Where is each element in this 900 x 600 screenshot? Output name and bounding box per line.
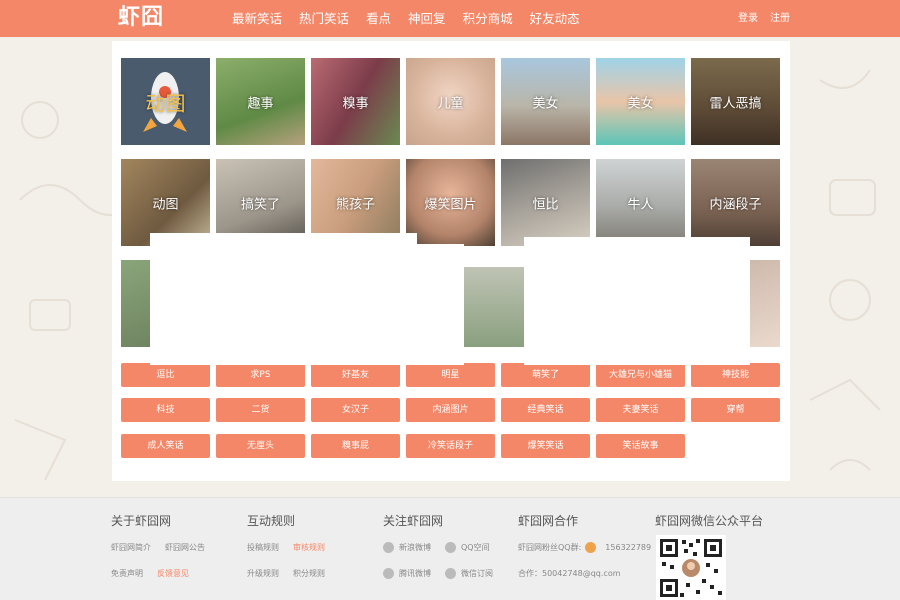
wechat-icon <box>445 568 456 579</box>
tile-label: 趣事 <box>247 96 274 111</box>
disclaimer-link[interactable]: 免责声明 <box>111 568 143 579</box>
footer-cooperate-title: 虾囧网合作 <box>518 514 579 528</box>
tag-button[interactable]: 神技能 <box>691 363 780 387</box>
weibo-icon <box>383 542 394 553</box>
main-nav: 最新笑话 热门笑话 看点 神回复 积分商城 好友动态 <box>232 0 597 37</box>
category-tile[interactable]: 雷人恶搞 <box>691 58 780 145</box>
tag-button[interactable]: 明星 <box>406 363 495 387</box>
tag-button[interactable]: 逗比 <box>121 363 210 387</box>
footer-cooperate: 虾囧网合作 虾囧网粉丝QQ群: 156322789 合作：50042748@qq… <box>518 512 651 594</box>
wechat-label: 微信订阅 <box>461 569 493 578</box>
tile-label: 恒比 <box>532 197 559 212</box>
tag-button[interactable]: 好基友 <box>311 363 400 387</box>
tag-button[interactable]: 冷笑话段子 <box>406 434 495 458</box>
tencent-weibo-icon <box>383 568 394 579</box>
tile-label: 内涵段子 <box>709 197 762 212</box>
tile-label: 儿童 <box>437 96 464 111</box>
about-intro-link[interactable]: 虾囧网简介 <box>111 542 151 553</box>
level-rules-link[interactable]: 升级规则 <box>247 568 279 579</box>
wechat-link[interactable]: 微信订阅 <box>445 568 493 579</box>
register-link[interactable]: 注册 <box>770 0 790 37</box>
category-tile[interactable]: 糗事 <box>311 58 400 145</box>
weibo-link[interactable]: 新浪微博 <box>383 542 431 553</box>
feedback-link[interactable]: 反馈意见 <box>157 568 189 579</box>
category-tile[interactable]: 爆笑图片 <box>406 159 495 246</box>
tag-button[interactable]: 求PS <box>216 363 305 387</box>
tile-label: 动图 <box>145 91 186 115</box>
nav-funny-replies[interactable]: 神回复 <box>408 0 446 37</box>
qzone-label: QQ空间 <box>461 543 490 552</box>
site-logo[interactable]: 虾囧 <box>118 3 164 33</box>
qq-group-number[interactable]: 156322789 <box>605 543 651 552</box>
qq-group-label: 虾囧网粉丝QQ群: <box>518 543 582 552</box>
category-tile[interactable]: 内涵段子 <box>691 159 780 246</box>
star-icon <box>445 542 456 553</box>
tile-label: 熊孩子 <box>335 197 375 212</box>
tag-button[interactable]: 萌笑了 <box>501 363 590 387</box>
tencent-weibo-link[interactable]: 腾讯微博 <box>383 568 431 579</box>
nav-hot-jokes[interactable]: 热门笑话 <box>299 0 349 37</box>
footer-about-title: 关于虾囧网 <box>111 514 172 528</box>
tag-button[interactable]: 女汉子 <box>311 398 400 422</box>
tile-label: 搞笑了 <box>240 197 280 212</box>
qzone-link[interactable]: QQ空间 <box>445 542 490 553</box>
category-tile[interactable]: 牛人 <box>596 159 685 246</box>
footer-about: 关于虾囧网 虾囧网简介 虾囧网公告 免责声明 反馈意见 <box>111 512 205 594</box>
about-notice-link[interactable]: 虾囧网公告 <box>165 542 205 553</box>
tile-label: 美女 <box>627 96 654 111</box>
tile-image <box>464 267 524 347</box>
tag-button[interactable]: 二货 <box>216 398 305 422</box>
login-link[interactable]: 登录 <box>738 0 758 37</box>
category-tile[interactable]: 动图 <box>121 58 210 145</box>
tile-label: 雷人恶搞 <box>709 96 762 111</box>
qq-penguin-icon <box>585 542 597 553</box>
tag-button[interactable]: 爆笑笑话 <box>501 434 590 458</box>
tag-button[interactable]: 科技 <box>121 398 210 422</box>
tag-button[interactable]: 笑话故事 <box>596 434 685 458</box>
tile-label: 美女 <box>532 96 559 111</box>
tile-label: 爆笑图片 <box>424 197 477 212</box>
tile-label: 牛人 <box>627 197 654 212</box>
overlay-block <box>417 244 464 365</box>
category-tile[interactable]: 趣事 <box>216 58 305 145</box>
tencent-weibo-label: 腾讯微博 <box>399 569 431 578</box>
category-tile[interactable] <box>464 267 524 347</box>
category-panel: 动图 趣事 糗事 儿童 美女 美女 雷人恶搞 动图 搞笑了 熊孩子 爆笑图片 恒… <box>112 41 790 481</box>
tag-button[interactable]: 夫妻笑话 <box>596 398 685 422</box>
footer-follow: 关注虾囧网 新浪微博 QQ空间 腾讯微博 微信订阅 <box>383 512 493 594</box>
tag-button[interactable]: 无厘头 <box>216 434 305 458</box>
weibo-label: 新浪微博 <box>399 543 431 552</box>
footer-rules-title: 互动规则 <box>247 514 296 528</box>
wechat-qr-code <box>656 535 726 600</box>
submit-rules-link[interactable]: 投稿规则 <box>247 542 279 553</box>
tag-button[interactable]: 糗事屁 <box>311 434 400 458</box>
nav-points-mall[interactable]: 积分商城 <box>463 0 513 37</box>
overlay-block <box>524 237 750 365</box>
overlay-block <box>150 233 417 365</box>
footer-rules: 互动规则 投稿规则 审核规则 升级规则 积分规则 <box>247 512 325 594</box>
site-footer: 关于虾囧网 虾囧网简介 虾囧网公告 免责声明 反馈意见 互动规则 投稿规则 审核… <box>0 497 900 600</box>
tag-button[interactable]: 经典笑话 <box>501 398 590 422</box>
tag-button[interactable]: 大雄兄与小雄猫 <box>596 363 685 387</box>
category-tile[interactable]: 美女 <box>596 58 685 145</box>
contact-email[interactable]: 合作：50042748@qq.com <box>518 568 621 579</box>
tag-button[interactable]: 穿帮 <box>691 398 780 422</box>
points-rules-link[interactable]: 积分规则 <box>293 568 325 579</box>
top-navbar: 虾囧 最新笑话 热门笑话 看点 神回复 积分商城 好友动态 登录 注册 <box>0 0 900 37</box>
nav-highlights[interactable]: 看点 <box>366 0 391 37</box>
nav-latest-jokes[interactable]: 最新笑话 <box>232 0 282 37</box>
footer-follow-title: 关注虾囧网 <box>383 514 444 528</box>
footer-wechat-title: 虾囧网微信公众平台 <box>655 514 764 528</box>
review-rules-link[interactable]: 审核规则 <box>293 542 325 553</box>
tile-label: 糗事 <box>342 96 369 111</box>
tag-button[interactable]: 成人笑话 <box>121 434 210 458</box>
tag-button[interactable]: 内涵图片 <box>406 398 495 422</box>
auth-links: 登录 注册 <box>738 0 790 37</box>
category-tile[interactable]: 儿童 <box>406 58 495 145</box>
tile-label: 动图 <box>152 197 179 212</box>
nav-friend-feed[interactable]: 好友动态 <box>530 0 580 37</box>
category-tile[interactable]: 美女 <box>501 58 590 145</box>
category-tile[interactable]: 恒比 <box>501 159 590 246</box>
